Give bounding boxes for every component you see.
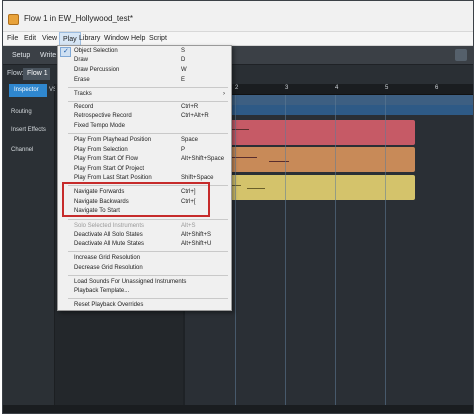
menu-item-decrease-grid[interactable]: Decrease Grid Resolution (58, 264, 231, 273)
menu-item-shortcut: Alt+Shift+Space (181, 156, 225, 162)
window-title: Flow 1 in EW_Hollywood_test* (24, 14, 133, 23)
menu-item-record[interactable]: Record Ctrl+R (58, 103, 231, 112)
inspector-panel: Inspector VS Routing Insert Effects Chan… (3, 84, 57, 413)
menu-item-tracks[interactable]: Tracks › (58, 90, 231, 99)
menu-separator (68, 298, 228, 299)
write-mode-button[interactable]: Write (40, 49, 56, 62)
menu-item-label: Solo Selected Instruments (74, 223, 145, 229)
menu-item-label: Record (74, 104, 94, 110)
app-window: Flow 1 in EW_Hollywood_test* File Edit V… (2, 0, 474, 414)
grid-line (235, 95, 236, 413)
menu-edit[interactable]: Edit (24, 32, 36, 46)
menu-item-shortcut: Alt+S (181, 223, 196, 229)
menu-item-shortcut: S (181, 48, 186, 54)
menu-item-shortcut: Alt+Shift+S (181, 232, 212, 238)
menu-item-playback-template[interactable]: Playback Template... (58, 287, 231, 296)
menu-window[interactable]: Window (104, 32, 129, 46)
menu-item-load-sounds[interactable]: Load Sounds For Unassigned Instruments (58, 278, 231, 287)
menu-item-retrospective-record[interactable]: Retrospective Record Ctrl+Alt+R (58, 112, 231, 121)
checkmark-icon: ✓ (63, 48, 69, 55)
menu-item-shortcut: Space (181, 137, 199, 143)
menu-help[interactable]: Help (131, 32, 145, 46)
menu-bar: File Edit View Play Library Window Help … (3, 32, 473, 46)
flow-tab[interactable]: Flow 1 (23, 68, 50, 80)
menu-item-draw-percussion[interactable]: Draw Percussion W (58, 66, 231, 75)
toolbar-toggle-button[interactable] (455, 49, 467, 61)
menu-item-play-from-start-of-project[interactable]: Play From Start Of Project (58, 165, 231, 174)
grid-line (285, 95, 286, 413)
menu-script[interactable]: Script (149, 32, 167, 46)
menu-separator (68, 275, 228, 276)
menu-item-label: Reset Playback Overrides (74, 302, 144, 308)
menu-item-solo-selected: Solo Selected Instruments Alt+S (58, 222, 231, 231)
note-line (269, 161, 289, 162)
grid-line (385, 95, 386, 413)
menu-item-label: Play From Selection (74, 147, 128, 153)
menu-item-shortcut: D (181, 57, 186, 63)
menu-item-label: Retrospective Record (74, 113, 132, 119)
menu-item-play-from-playhead[interactable]: Play From Playhead Position Space (58, 136, 231, 145)
grid-line (335, 95, 336, 413)
menu-item-increase-grid[interactable]: Increase Grid Resolution (58, 254, 231, 263)
ruler-number: 6 (435, 85, 439, 91)
menu-separator (68, 101, 228, 102)
menu-item-erase[interactable]: Erase E (58, 76, 231, 85)
ruler-number: 3 (285, 85, 289, 91)
menu-item-fixed-tempo-mode[interactable]: Fixed Tempo Mode (58, 122, 231, 131)
channel-section[interactable]: Channel (11, 147, 33, 153)
menu-item-label: Draw (74, 57, 89, 63)
menu-separator (68, 251, 228, 252)
menu-item-label: Increase Grid Resolution (74, 255, 141, 261)
menu-separator (68, 219, 228, 220)
menu-item-shortcut: Ctrl+R (181, 104, 199, 110)
menu-item-play-from-selection[interactable]: Play From Selection P (58, 146, 231, 155)
tab-inspector[interactable]: Inspector (9, 84, 47, 97)
menu-library[interactable]: Library (79, 32, 100, 46)
menu-item-draw[interactable]: Draw D (58, 56, 231, 65)
menu-item-shortcut: Ctrl+Alt+R (181, 113, 209, 119)
menu-item-label: Object Selection (74, 48, 118, 54)
menu-item-object-selection[interactable]: ✓ Object Selection S (58, 47, 231, 57)
menu-item-label: Decrease Grid Resolution (74, 265, 143, 271)
ruler-number: 2 (235, 85, 239, 91)
ruler-number: 4 (335, 85, 339, 91)
menu-item-reset-overrides[interactable]: Reset Playback Overrides (58, 301, 231, 310)
menu-item-shortcut: Alt+Shift+U (181, 241, 212, 247)
note-line (247, 188, 265, 189)
menu-item-label: Play From Start Of Project (74, 166, 145, 172)
menu-view[interactable]: View (42, 32, 57, 46)
setup-mode-button[interactable]: Setup (12, 49, 30, 62)
menu-item-label: Play From Start Of Flow (74, 156, 139, 162)
insert-effects-section[interactable]: Insert Effects (11, 127, 46, 133)
menu-item-label: Playback Template... (74, 288, 130, 294)
menu-item-shortcut: P (181, 147, 186, 153)
menu-separator (68, 87, 228, 88)
annotation-highlight-box (62, 182, 210, 217)
menu-item-deactivate-solo[interactable]: Deactivate All Solo States Alt+Shift+S (58, 231, 231, 240)
play-menu-dropdown: ✓ Object Selection S Draw D Draw Percuss… (57, 45, 232, 311)
menu-play[interactable]: Play (59, 32, 81, 46)
menu-item-label: Deactivate All Solo States (74, 232, 143, 238)
menu-item-label: Play From Playhead Position (74, 137, 152, 143)
menu-item-deactivate-mute[interactable]: Deactivate All Mute States Alt+Shift+U (58, 240, 231, 249)
menu-item-label: Draw Percussion (74, 67, 120, 73)
menu-separator (68, 133, 228, 134)
menu-item-label: Tracks (74, 91, 92, 97)
menu-item-label: Deactivate All Mute States (74, 241, 145, 247)
app-icon (8, 14, 19, 25)
menu-file[interactable]: File (7, 32, 18, 46)
menu-item-shortcut: W (181, 67, 187, 73)
submenu-arrow-icon: › (223, 91, 225, 97)
routing-section[interactable]: Routing (11, 109, 32, 115)
menu-item-label: Load Sounds For Unassigned Instruments (74, 279, 187, 285)
menu-item-label: Fixed Tempo Mode (74, 123, 125, 129)
menu-item-shortcut: E (181, 77, 186, 83)
title-bar: Flow 1 in EW_Hollywood_test* (3, 1, 473, 32)
flow-label: Flow: (7, 70, 24, 77)
ruler-number: 5 (385, 85, 389, 91)
menu-item-play-from-start-of-flow[interactable]: Play From Start Of Flow Alt+Shift+Space (58, 155, 231, 164)
menu-item-label: Erase (74, 77, 90, 83)
status-strip (3, 405, 473, 413)
